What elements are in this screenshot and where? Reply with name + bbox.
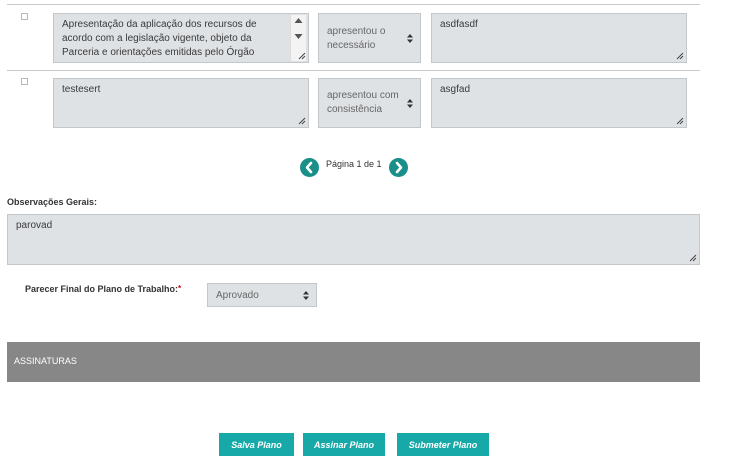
- final-opinion-label: Parecer Final do Plano de Trabalho:*: [25, 284, 181, 294]
- submit-plan-button[interactable]: Submeter Plano: [397, 433, 489, 456]
- row-2-note-text: asgfad: [440, 84, 471, 95]
- row-1-status-select[interactable]: apresentou o necessário: [318, 13, 421, 63]
- resize-grip-icon[interactable]: [688, 253, 697, 262]
- resize-grip-icon[interactable]: [297, 116, 306, 125]
- save-plan-button[interactable]: Salva Plano: [219, 433, 294, 456]
- chevron-left-icon: [305, 161, 313, 174]
- general-notes-label: Observações Gerais:: [7, 197, 98, 207]
- general-notes-text: parovad: [16, 220, 53, 231]
- row-divider: [7, 70, 700, 71]
- select-arrows-icon: [303, 291, 309, 300]
- row-1-description-field[interactable]: Apresentação da aplicação dos recursos d…: [53, 13, 309, 63]
- row-2-description-field[interactable]: testesert: [53, 78, 309, 128]
- row-1-checkbox[interactable]: [21, 13, 28, 20]
- pagination-label: Página 1 de 1: [326, 159, 382, 169]
- chevron-right-icon: [395, 161, 403, 174]
- signatures-section-header: ASSINATURAS: [7, 342, 700, 382]
- row-1-note-field[interactable]: asdfasdf: [431, 13, 687, 63]
- required-mark: *: [178, 284, 182, 293]
- sign-plan-button[interactable]: Assinar Plano: [303, 433, 385, 456]
- row-1-note-text: asdfasdf: [440, 19, 478, 30]
- row-2-description-text: testesert: [62, 84, 101, 95]
- final-opinion-label-text: Parecer Final do Plano de Trabalho:: [25, 284, 179, 294]
- row-2-checkbox[interactable]: [21, 78, 28, 85]
- final-opinion-value: Aprovado: [216, 290, 259, 301]
- resize-grip-icon[interactable]: [675, 51, 684, 60]
- row-2-note-field[interactable]: asgfad: [431, 78, 687, 128]
- row-2-status-value: apresentou com consistência: [327, 90, 399, 115]
- final-opinion-select[interactable]: Aprovado: [207, 283, 317, 307]
- select-arrows-icon: [407, 34, 413, 43]
- row-2-status-select[interactable]: apresentou com consistência: [318, 78, 421, 128]
- resize-grip-icon[interactable]: [675, 116, 684, 125]
- prev-page-button[interactable]: [300, 158, 319, 177]
- general-notes-field[interactable]: parovad: [7, 214, 700, 265]
- signatures-title: ASSINATURAS: [14, 356, 77, 366]
- row-1-description-text: Apresentação da aplicação dos recursos d…: [62, 19, 257, 58]
- next-page-button[interactable]: [389, 158, 408, 177]
- select-arrows-icon: [407, 99, 413, 108]
- table-top-border: [7, 4, 700, 5]
- row-1-status-value: apresentou o necessário: [327, 26, 386, 51]
- resize-grip-icon[interactable]: [297, 51, 306, 60]
